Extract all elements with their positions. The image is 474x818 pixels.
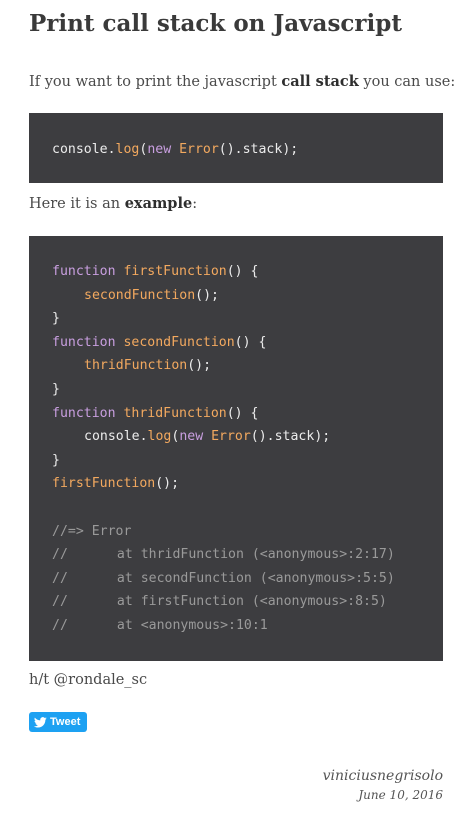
code-line: } xyxy=(52,378,443,402)
code-line: function firstFunction() { xyxy=(52,260,443,284)
code-line: //=> Error xyxy=(52,520,443,544)
code-token: (); xyxy=(195,287,219,303)
code-line: thridFunction(); xyxy=(52,354,443,378)
code-token: () { xyxy=(226,405,259,421)
code-token: log xyxy=(115,142,140,157)
post-byline: viniciusnegrisolo June 10, 2016 xyxy=(323,766,443,804)
code-token: // xyxy=(52,594,68,610)
example-text-before: Here it is an xyxy=(29,196,125,212)
code-token: // xyxy=(52,570,68,586)
code-token: (); xyxy=(155,476,180,492)
tweet-label: Tweet xyxy=(50,716,81,728)
code-token: Error xyxy=(179,142,219,157)
code-token: } xyxy=(52,381,60,397)
code-token: log xyxy=(147,429,172,445)
intro-text-before: If you want to print the javascript xyxy=(29,74,282,90)
twitter-bird-icon xyxy=(34,716,47,727)
code-block-example: function firstFunction() {secondFunction… xyxy=(29,236,443,661)
code-line: console.log(new Error().stack); xyxy=(52,425,443,449)
code-line: function thridFunction() { xyxy=(52,402,443,426)
code-token: } xyxy=(52,452,60,468)
code-line: } xyxy=(52,449,443,473)
code-token: at firstFunction (<anonymous>:8:5) xyxy=(116,594,387,610)
post-date: June 10, 2016 xyxy=(358,788,443,802)
code-line: // at <anonymous>:10:1 xyxy=(52,614,443,638)
intro-text-after: you can use: xyxy=(358,74,456,90)
code-token: thridFunction xyxy=(84,358,188,374)
code-token: new xyxy=(147,142,172,157)
code-token: console. xyxy=(84,429,148,445)
code-token: ().stack); xyxy=(250,429,331,445)
code-line: console.log(new Error().stack); xyxy=(52,140,443,160)
code-line: // at firstFunction (<anonymous>:8:5) xyxy=(52,590,443,614)
code-line: // at secondFunction (<anonymous>:5:5) xyxy=(52,567,443,591)
code-line: firstFunction(); xyxy=(52,472,443,496)
code-line: // at thridFunction (<anonymous>:2:17) xyxy=(52,543,443,567)
code-token: //=> Error xyxy=(52,523,132,539)
code-token: function xyxy=(52,264,116,279)
code-line: function secondFunction() { xyxy=(52,331,443,355)
author-name[interactable]: viniciusnegrisolo xyxy=(323,766,443,786)
tweet-button[interactable]: Tweet xyxy=(29,712,88,732)
code-token: (); xyxy=(187,358,212,374)
example-paragraph: Here it is an example: xyxy=(29,194,197,214)
code-token: firstFunction xyxy=(52,476,156,492)
code-token: function xyxy=(52,334,116,350)
example-text-bold: example xyxy=(124,195,193,212)
code-token: Error xyxy=(211,429,251,445)
code-token: () { xyxy=(226,264,259,279)
code-token: new xyxy=(179,429,204,445)
code-block-snippet: console.log(new Error().stack); xyxy=(29,113,443,183)
example-text-after: : xyxy=(192,196,198,212)
code-token: secondFunction xyxy=(84,287,196,303)
code-line: secondFunction(); xyxy=(52,284,443,308)
code-token: at secondFunction (<anonymous>:5:5) xyxy=(116,570,395,586)
code-token: at thridFunction (<anonymous>:2:17) xyxy=(116,547,395,563)
code-token: function xyxy=(52,405,116,421)
intro-text-bold: call stack xyxy=(281,73,359,90)
code-token: thridFunction xyxy=(123,405,227,421)
code-token: console. xyxy=(52,142,116,157)
code-token: ().stack); xyxy=(218,142,299,157)
code-token: at <anonymous>:10:1 xyxy=(116,617,268,633)
hat-tip: h/t @rondale_sc xyxy=(29,672,148,688)
code-token: // xyxy=(52,547,68,563)
code-token: () { xyxy=(234,334,267,350)
code-token: } xyxy=(52,311,60,327)
code-token: secondFunction xyxy=(123,334,235,350)
intro-paragraph: If you want to print the javascript call… xyxy=(29,72,455,92)
code-line: } xyxy=(52,307,443,331)
code-token: firstFunction xyxy=(123,264,227,279)
post-title: Print call stack on Javascript xyxy=(29,10,402,37)
code-token: // xyxy=(52,617,68,633)
